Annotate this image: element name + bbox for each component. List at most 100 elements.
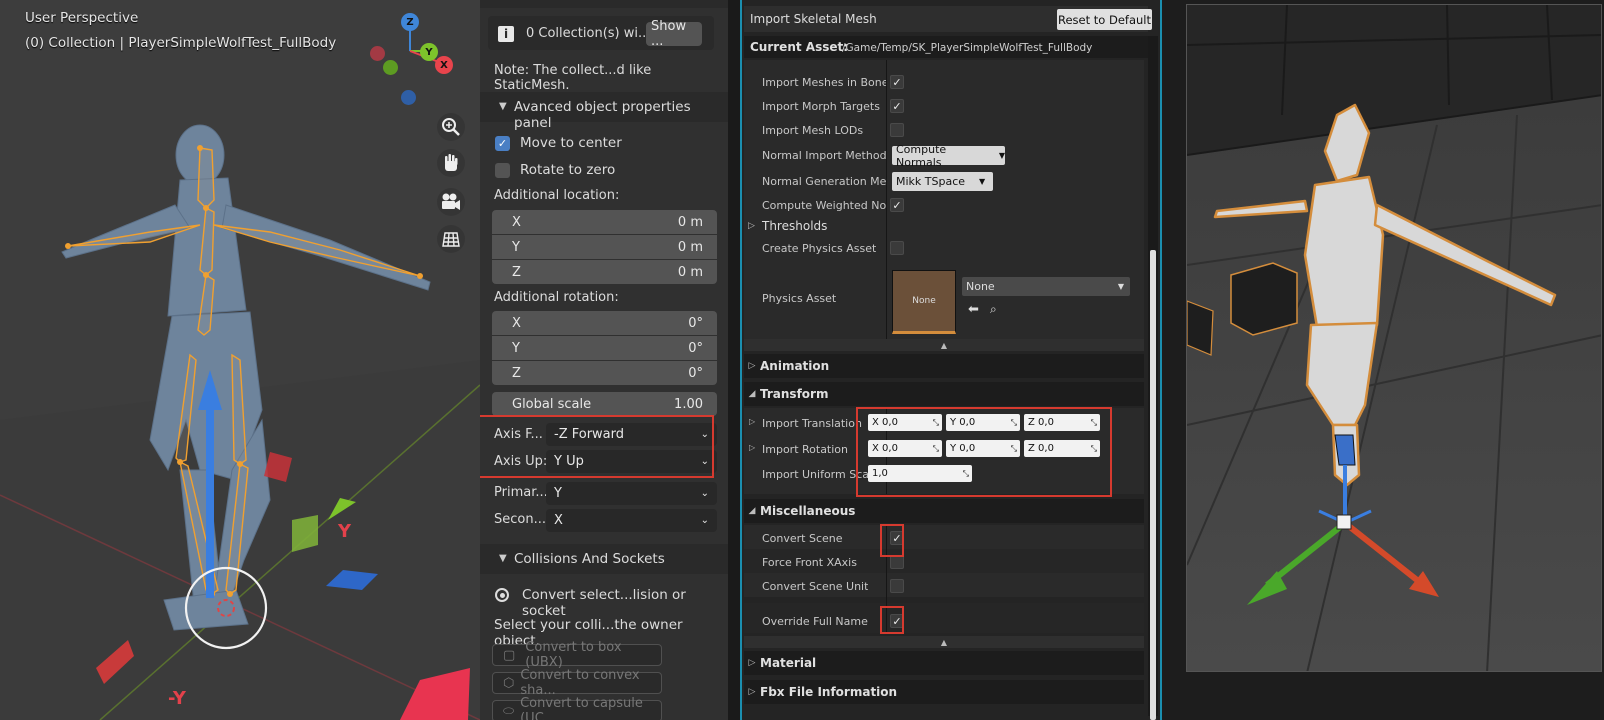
axis-forward-value: -Z Forward bbox=[554, 427, 625, 442]
axis-up-select[interactable]: Y Up ⌄ bbox=[546, 450, 717, 473]
collapse-icon: ◢ bbox=[748, 389, 756, 399]
blender-3d-viewport[interactable]: User Perspective (0) Collection | Player… bbox=[0, 0, 480, 720]
convert-box-button[interactable]: ▢ Convert to box (UBX) bbox=[492, 640, 662, 670]
gizmo-x-dot[interactable]: X bbox=[435, 56, 453, 74]
global-scale-field[interactable]: Global scale 1.00 bbox=[492, 392, 717, 416]
collapse-bar-misc[interactable]: ▲ bbox=[744, 636, 1144, 648]
category-transform[interactable]: ◢ Transform bbox=[744, 382, 1144, 406]
normal-import-label: Normal Import Method bbox=[762, 149, 887, 162]
radio-icon[interactable] bbox=[495, 588, 509, 602]
rotation-x-field[interactable]: X 0° bbox=[492, 311, 717, 335]
zoom-button[interactable] bbox=[437, 113, 465, 141]
camera-icon bbox=[442, 193, 460, 210]
show-button[interactable]: Show ... bbox=[646, 19, 702, 49]
create-physics-checkbox[interactable] bbox=[890, 241, 904, 255]
normal-import-combo[interactable]: Compute Normals ▼ bbox=[892, 143, 1005, 169]
uniform-scale-input[interactable]: 1,0 ⤡ bbox=[868, 465, 972, 482]
camera-view-button[interactable] bbox=[437, 188, 465, 216]
translation-y-input[interactable]: Y 0,0 ⤡ bbox=[946, 414, 1020, 431]
thresholds-expand-icon[interactable]: ▷ bbox=[748, 221, 755, 231]
collisions-panel-title: Collisions And Sockets bbox=[514, 551, 665, 567]
force-front-xaxis-label: Force Front XAxis bbox=[762, 556, 857, 569]
chevron-down-icon: ⌄ bbox=[700, 456, 709, 467]
translation-x-input[interactable]: X 0,0 ⤡ bbox=[868, 414, 942, 431]
convert-convex-button[interactable]: ⬡ Convert to convex sha... bbox=[492, 668, 662, 698]
use-selected-arrow-icon[interactable]: ⬅ bbox=[968, 302, 979, 317]
browse-search-icon[interactable]: ⌕ bbox=[990, 302, 997, 317]
location-x-axis: X bbox=[512, 214, 521, 230]
location-y-field[interactable]: Y 0 m bbox=[492, 235, 717, 259]
translation-z-input[interactable]: Z 0,0 ⤡ bbox=[1024, 414, 1100, 431]
rotation-expand-icon[interactable]: ▷ bbox=[749, 443, 755, 452]
rotate-to-zero-checkbox[interactable] bbox=[495, 162, 510, 178]
convert-scene-checkbox[interactable]: ✓ bbox=[890, 531, 904, 545]
convert-capsule-button[interactable]: ⬭ Convert to capsule (UC... bbox=[492, 696, 662, 720]
force-front-xaxis-checkbox[interactable] bbox=[890, 555, 904, 569]
rotation-z-input[interactable]: Z 0,0 ⤡ bbox=[1024, 440, 1100, 457]
rotation-z-field[interactable]: Z 0° bbox=[492, 361, 717, 385]
column-splitter bbox=[886, 60, 887, 348]
import-lods-checkbox[interactable] bbox=[890, 123, 904, 137]
primary-select[interactable]: Y ⌄ bbox=[546, 482, 717, 505]
category-animation[interactable]: ▷ Animation bbox=[744, 354, 1144, 378]
location-z-field[interactable]: Z 0 m bbox=[492, 260, 717, 284]
rotate-to-zero-row[interactable]: Rotate to zero bbox=[480, 162, 728, 178]
convert-scene-unit-checkbox[interactable] bbox=[890, 579, 904, 593]
resize-arrows-icon: ⤡ bbox=[962, 468, 969, 478]
location-x-field[interactable]: X 0 m bbox=[492, 210, 717, 234]
thresholds-label[interactable]: Thresholds bbox=[762, 219, 827, 233]
adv-panel-title: Avanced object properties panel bbox=[514, 99, 691, 131]
sidebar-top-strip bbox=[480, 0, 728, 8]
convert-capsule-label: Convert to capsule (UC... bbox=[520, 696, 643, 720]
secondary-value: X bbox=[554, 513, 563, 528]
gizmo-y-dot[interactable]: Y bbox=[420, 43, 438, 61]
import-uniform-scale-label: Import Uniform Scale bbox=[762, 468, 879, 481]
override-full-name-checkbox[interactable]: ✓ bbox=[890, 614, 904, 628]
rotation-y-input[interactable]: Y 0,0 ⤡ bbox=[946, 440, 1020, 457]
convert-select-text[interactable]: Convert select...lision or socket bbox=[522, 587, 728, 619]
pan-button[interactable] bbox=[437, 149, 465, 177]
scrollbar-thumb[interactable] bbox=[1150, 250, 1156, 720]
physics-asset-combo[interactable]: None ▼ bbox=[962, 277, 1130, 296]
gizmo-z-dot[interactable]: Z bbox=[401, 13, 419, 31]
secondary-select[interactable]: X ⌄ bbox=[546, 509, 717, 532]
reset-to-default-button[interactable]: Reset to Default bbox=[1057, 9, 1152, 30]
unreal-import-dialog: Import Skeletal Mesh Reset to Default Cu… bbox=[740, 0, 1162, 720]
navigation-gizmo[interactable]: Z Y X bbox=[370, 10, 470, 110]
column-splitter bbox=[886, 525, 887, 633]
material-label: Material bbox=[760, 656, 817, 670]
convert-convex-label: Convert to convex sha... bbox=[520, 668, 640, 698]
axis-forward-label: Axis F... bbox=[494, 427, 543, 442]
rotation-y-field[interactable]: Y 0° bbox=[492, 336, 717, 360]
expand-icon: ▷ bbox=[748, 361, 756, 371]
physics-asset-thumbnail[interactable]: None bbox=[892, 270, 956, 334]
category-fbx-info[interactable]: ▷ Fbx File Information bbox=[744, 680, 1144, 704]
compute-weighted-checkbox[interactable]: ✓ bbox=[890, 198, 904, 212]
normal-gen-combo[interactable]: Mikk TSpace ▼ bbox=[892, 172, 993, 191]
resize-arrows-icon: ⤡ bbox=[932, 443, 939, 453]
rotation-x-input[interactable]: X 0,0 ⤡ bbox=[868, 440, 942, 457]
gizmo-neg-x-dot[interactable] bbox=[370, 46, 385, 61]
check-icon: ✓ bbox=[892, 99, 902, 113]
move-to-center-row[interactable]: ✓ Move to center bbox=[480, 135, 728, 151]
axis-forward-select[interactable]: -Z Forward ⌄ bbox=[546, 423, 717, 446]
unreal-viewport[interactable] bbox=[1186, 4, 1602, 672]
additional-rotation-label: Additional rotation: bbox=[494, 290, 619, 305]
rotation-x-value: 0° bbox=[688, 315, 703, 331]
expand-icon: ▷ bbox=[748, 658, 756, 668]
translation-expand-icon[interactable]: ▷ bbox=[749, 417, 755, 426]
gizmo-neg-y-dot[interactable] bbox=[383, 60, 398, 75]
move-to-center-checkbox[interactable]: ✓ bbox=[495, 135, 510, 151]
rotation-y-axis: Y bbox=[512, 340, 520, 356]
collapse-bar-mesh[interactable]: ▲ bbox=[744, 339, 1144, 351]
compute-weighted-label: Compute Weighted Norm bbox=[762, 199, 886, 212]
gizmo-lines bbox=[409, 23, 445, 65]
gizmo-neg-z-dot[interactable] bbox=[401, 90, 416, 105]
category-material[interactable]: ▷ Material bbox=[744, 651, 1144, 675]
import-morph-label: Import Morph Targets bbox=[762, 100, 880, 113]
ortho-toggle-button[interactable] bbox=[437, 225, 465, 253]
dropdown-arrow-icon: ▼ bbox=[979, 177, 986, 186]
import-meshes-bone-checkbox[interactable]: ✓ bbox=[890, 75, 904, 89]
category-miscellaneous[interactable]: ◢ Miscellaneous bbox=[744, 499, 1144, 523]
import-morph-checkbox[interactable]: ✓ bbox=[890, 99, 904, 113]
